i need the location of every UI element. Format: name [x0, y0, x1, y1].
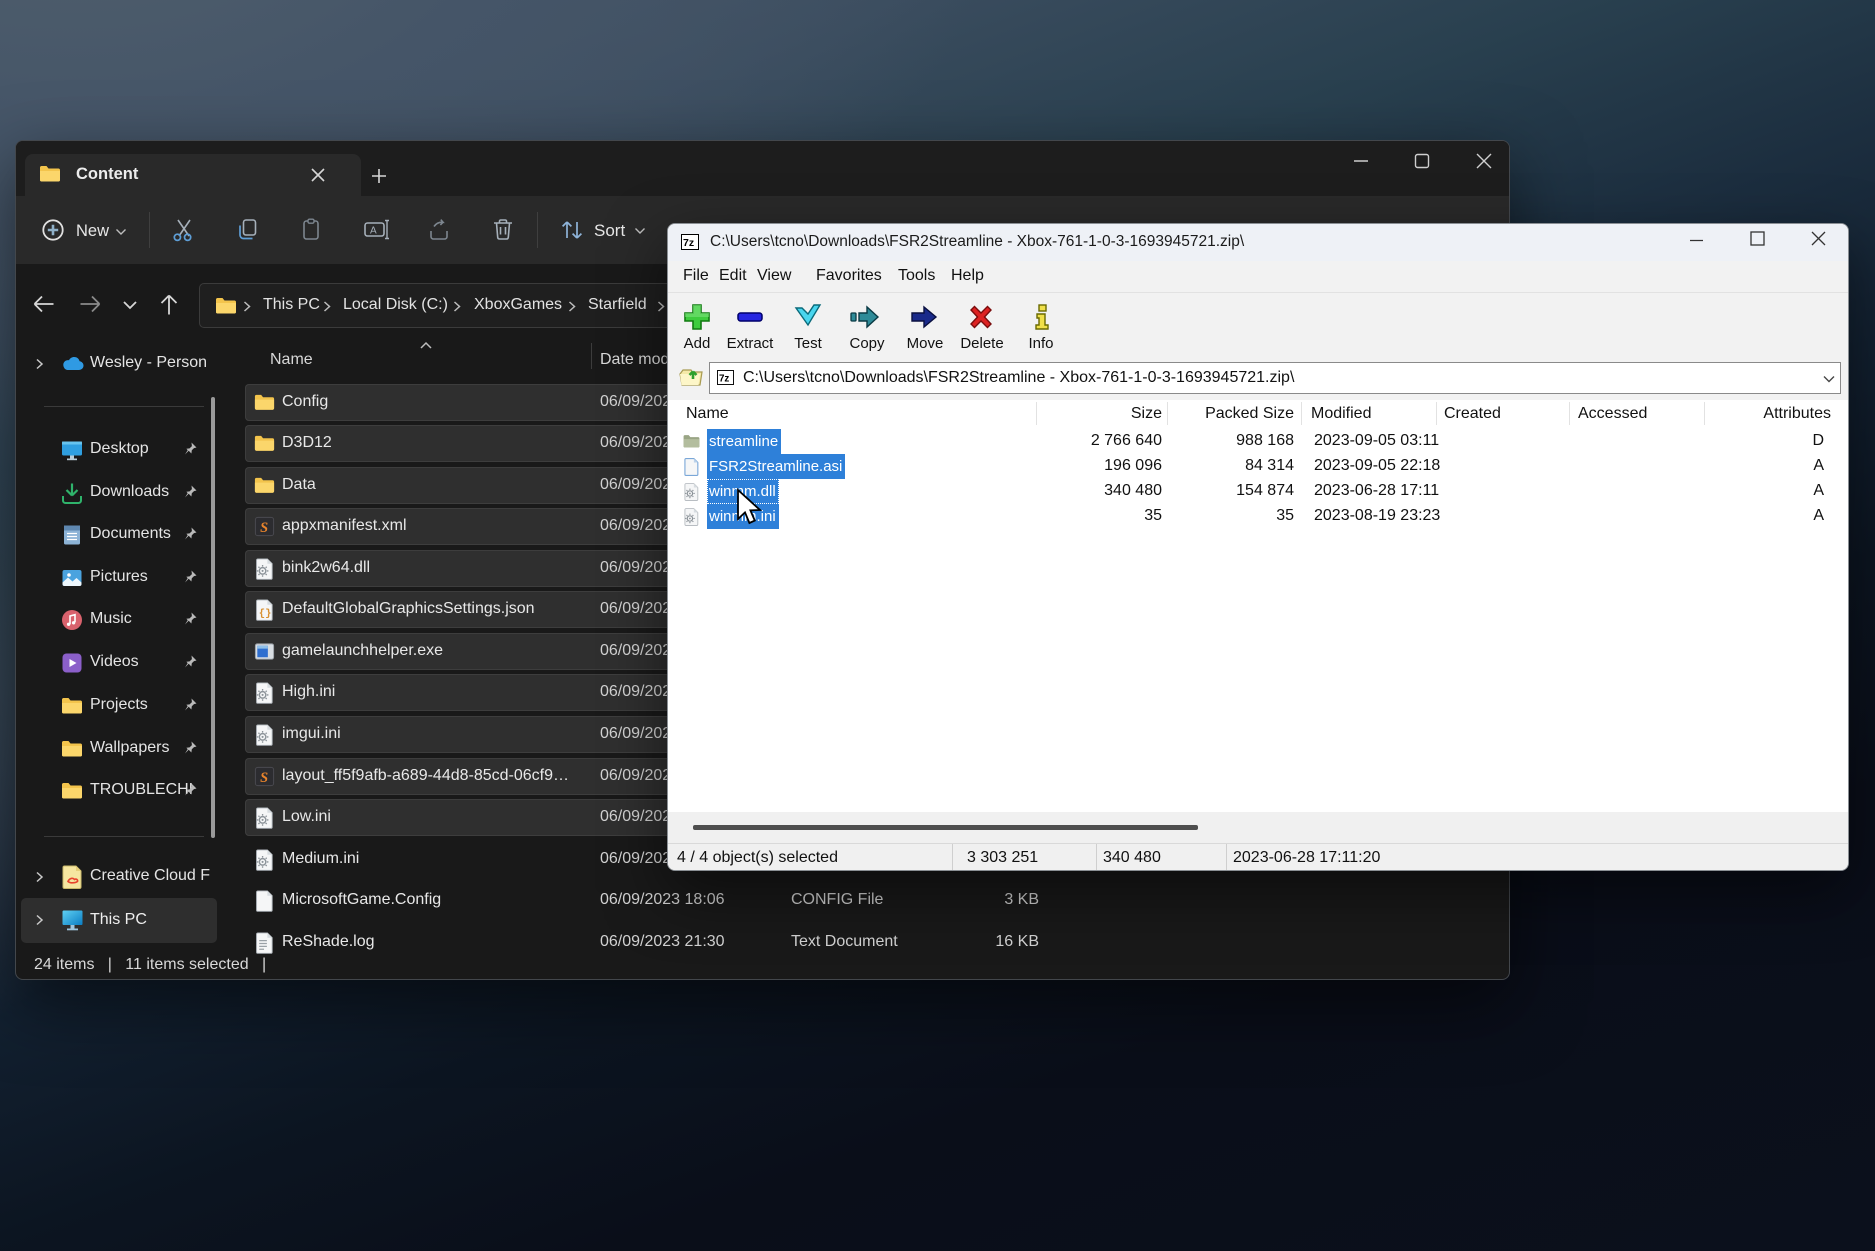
- svg-text:7z: 7z: [719, 373, 729, 384]
- svg-text:7z: 7z: [683, 237, 694, 249]
- svg-text:A: A: [370, 226, 377, 237]
